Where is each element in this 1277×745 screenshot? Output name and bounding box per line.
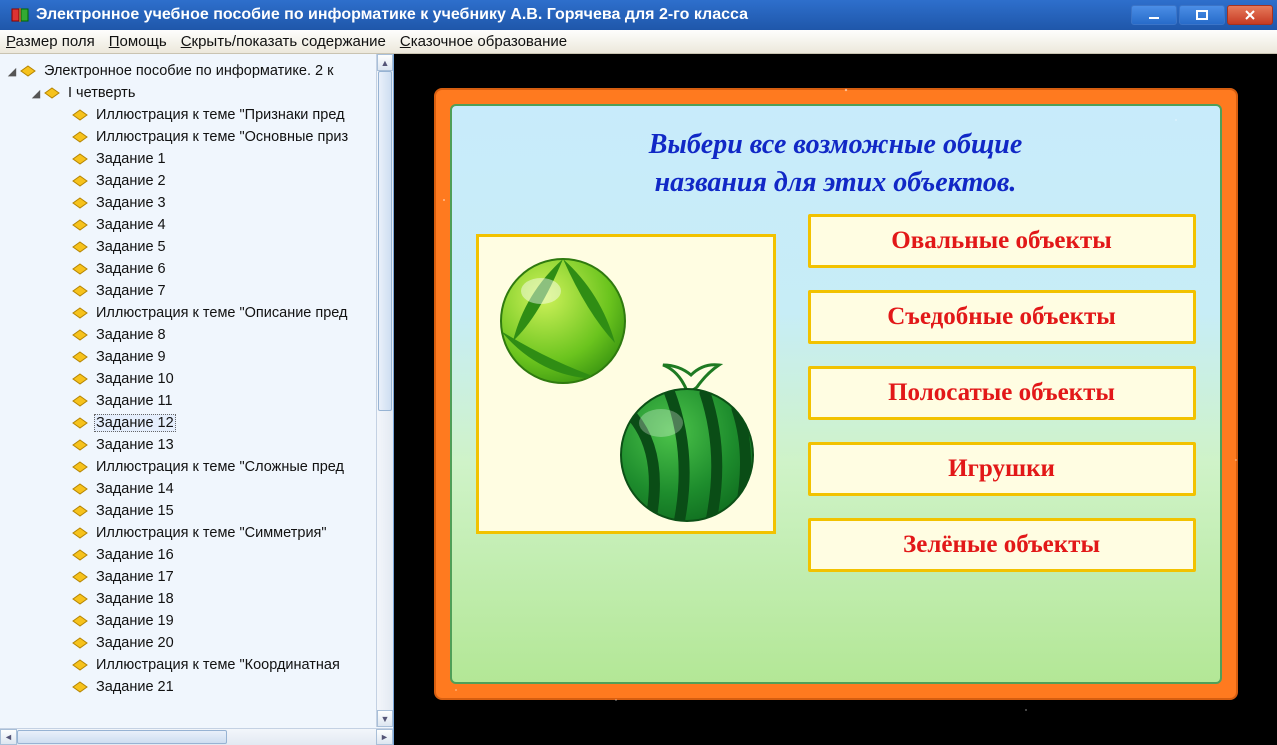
tree-twisty-icon[interactable]: ◢ xyxy=(30,87,42,100)
contents-sidebar: ◢Электронное пособие по информатике. 2 к… xyxy=(0,54,394,745)
answer-oval[interactable]: Овальные объекты xyxy=(808,214,1196,268)
tree-item-label: I четверть xyxy=(66,85,137,101)
slide-panel: Выбери все возможные общие названия для … xyxy=(450,104,1222,684)
tree-item-label: Задание 10 xyxy=(94,371,176,387)
tree-item-label: Задание 13 xyxy=(94,437,176,453)
tree-item-label: Иллюстрация к теме "Признаки пред xyxy=(94,107,347,123)
horizontal-scrollbar[interactable]: ◄ ► xyxy=(0,728,393,745)
tree-item-label: Задание 8 xyxy=(94,327,168,343)
scroll-up-button[interactable]: ▲ xyxy=(377,54,393,71)
tree-item[interactable]: Задание 1 xyxy=(0,148,393,170)
task-prompt: Выбери все возможные общие названия для … xyxy=(476,126,1196,202)
tree-item[interactable]: Задание 6 xyxy=(0,258,393,280)
menu-item-help[interactable]: Помощь xyxy=(109,33,167,50)
tree-item[interactable]: Задание 11 xyxy=(0,390,393,412)
minimize-button[interactable] xyxy=(1131,5,1177,25)
tree-item-label: Задание 12 xyxy=(94,414,176,432)
tree-item-label: Задание 15 xyxy=(94,503,176,519)
tree-item-label: Электронное пособие по информатике. 2 к xyxy=(42,63,335,79)
tree-item[interactable]: Задание 5 xyxy=(0,236,393,258)
tree-item-label: Иллюстрация к теме "Описание пред xyxy=(94,305,350,321)
scroll-left-button[interactable]: ◄ xyxy=(0,729,17,745)
tree-item-label: Задание 14 xyxy=(94,481,176,497)
tree-item[interactable]: Иллюстрация к теме "Основные приз xyxy=(0,126,393,148)
tree-item[interactable]: Задание 12 xyxy=(0,412,393,434)
menu-item-toggle-contents[interactable]: Скрыть/показать содержание xyxy=(181,33,386,50)
window-title: Электронное учебное пособие по информати… xyxy=(36,6,1131,24)
close-button[interactable] xyxy=(1227,5,1273,25)
objects-box xyxy=(476,234,776,534)
tree-item[interactable]: Иллюстрация к теме "Признаки пред xyxy=(0,104,393,126)
tree-item[interactable]: Задание 20 xyxy=(0,632,393,654)
horizontal-scroll-thumb[interactable] xyxy=(17,730,227,744)
tree-item-label: Задание 7 xyxy=(94,283,168,299)
app-icon xyxy=(10,5,30,25)
tree-item-label: Иллюстрация к теме "Сложные пред xyxy=(94,459,346,475)
tree-item-label: Иллюстрация к теме "Симметрия" xyxy=(94,525,329,541)
answer-green[interactable]: Зелёные объекты xyxy=(808,518,1196,572)
tree-item-label: Задание 4 xyxy=(94,217,168,233)
tree-item[interactable]: Иллюстрация к теме "Описание пред xyxy=(0,302,393,324)
tree-item-label: Задание 2 xyxy=(94,173,168,189)
tree-twisty-icon[interactable]: ◢ xyxy=(6,65,18,78)
tree-item[interactable]: Задание 4 xyxy=(0,214,393,236)
tree-item[interactable]: Задание 3 xyxy=(0,192,393,214)
watermelon-object xyxy=(597,357,767,527)
answer-edible[interactable]: Съедобные объекты xyxy=(808,290,1196,344)
slide-stage: Выбери все возможные общие названия для … xyxy=(416,80,1256,720)
tree-item-label: Задание 11 xyxy=(94,393,175,409)
tree-item[interactable]: Задание 19 xyxy=(0,610,393,632)
menu-bar: Размер поля Помощь Скрыть/показать содер… xyxy=(0,30,1277,54)
tree-item[interactable]: Задание 10 xyxy=(0,368,393,390)
vertical-scrollbar[interactable]: ▲ ▼ xyxy=(376,54,393,727)
tree-item[interactable]: Задание 21 xyxy=(0,676,393,698)
tree-item-label: Иллюстрация к теме "Основные приз xyxy=(94,129,350,145)
tree-item-label: Задание 9 xyxy=(94,349,168,365)
tree-item[interactable]: Задание 16 xyxy=(0,544,393,566)
contents-tree[interactable]: ◢Электронное пособие по информатике. 2 к… xyxy=(0,54,393,728)
tree-item[interactable]: Иллюстрация к теме "Симметрия" xyxy=(0,522,393,544)
vertical-scroll-thumb[interactable] xyxy=(378,71,392,411)
window-titlebar: Электронное учебное пособие по информати… xyxy=(0,0,1277,30)
answer-buttons: Овальные объекты Съедобные объекты Полос… xyxy=(808,214,1196,572)
menu-item-fairy-education[interactable]: Сказочное образование xyxy=(400,33,567,50)
tree-item[interactable]: Задание 17 xyxy=(0,566,393,588)
tree-item-label: Задание 17 xyxy=(94,569,176,585)
tree-section[interactable]: ◢ I четверть xyxy=(0,82,393,104)
tree-root[interactable]: ◢ Электронное пособие по информатике. 2 к xyxy=(0,60,393,82)
tree-item-label: Задание 21 xyxy=(94,679,176,695)
tree-item-label: Задание 18 xyxy=(94,591,176,607)
tree-item-label: Задание 16 xyxy=(94,547,176,563)
menu-item-field-size[interactable]: Размер поля xyxy=(6,33,95,50)
tree-item[interactable]: Задание 13 xyxy=(0,434,393,456)
tree-item[interactable]: Задание 8 xyxy=(0,324,393,346)
scroll-down-button[interactable]: ▼ xyxy=(377,710,393,727)
tree-item[interactable]: Задание 7 xyxy=(0,280,393,302)
tree-item-label: Задание 3 xyxy=(94,195,168,211)
tree-item-label: Задание 6 xyxy=(94,261,168,277)
scroll-right-button[interactable]: ► xyxy=(376,729,393,745)
maximize-button[interactable] xyxy=(1179,5,1225,25)
tree-item-label: Иллюстрация к теме "Координатная xyxy=(94,657,342,673)
tree-item[interactable]: Задание 14 xyxy=(0,478,393,500)
tree-item[interactable]: Задание 9 xyxy=(0,346,393,368)
tree-item[interactable]: Задание 15 xyxy=(0,500,393,522)
tree-item[interactable]: Задание 2 xyxy=(0,170,393,192)
content-area: Выбери все возможные общие названия для … xyxy=(394,54,1277,745)
tree-item-label: Задание 20 xyxy=(94,635,176,651)
slide-frame: Выбери все возможные общие названия для … xyxy=(434,88,1238,700)
tree-item-label: Задание 19 xyxy=(94,613,176,629)
answer-toys[interactable]: Игрушки xyxy=(808,442,1196,496)
tree-item[interactable]: Иллюстрация к теме "Сложные пред xyxy=(0,456,393,478)
tree-item-label: Задание 5 xyxy=(94,239,168,255)
tree-item-label: Задание 1 xyxy=(94,151,168,167)
tree-item[interactable]: Задание 18 xyxy=(0,588,393,610)
tree-item[interactable]: Иллюстрация к теме "Координатная xyxy=(0,654,393,676)
answer-striped[interactable]: Полосатые объекты xyxy=(808,366,1196,420)
